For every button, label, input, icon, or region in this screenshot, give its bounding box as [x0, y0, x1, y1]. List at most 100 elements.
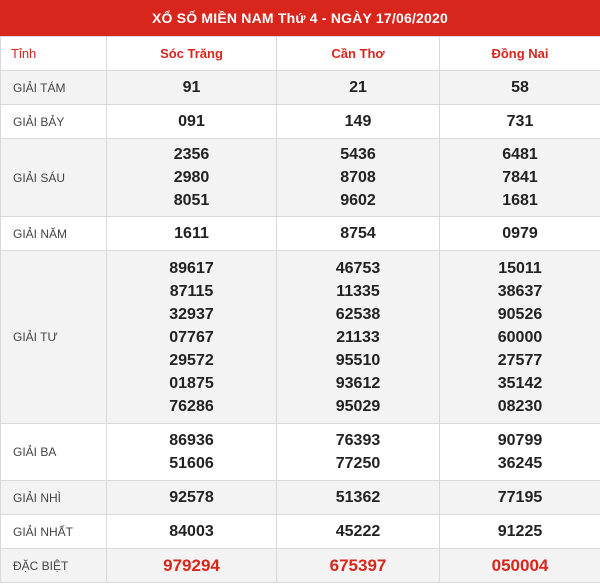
prize-number: 91: [182, 79, 201, 96]
prize-cell: 091: [106, 104, 277, 139]
province-column-label: Tỉnh: [0, 36, 107, 71]
prize-number: 89617: [169, 259, 214, 277]
prize-label: GIẢI TÁM: [0, 70, 107, 105]
prize-number: 2980: [173, 169, 210, 186]
prize-number: 91225: [497, 523, 543, 540]
province-header-soc-trang[interactable]: Sóc Trăng: [106, 36, 277, 71]
prize-number: 87115: [169, 282, 214, 300]
prize-cell: 5436 8708 9602: [276, 138, 440, 217]
prize-number: 1681: [502, 192, 538, 209]
prize-number: 1611: [174, 225, 209, 242]
prize-label: GIẢI NĂM: [0, 216, 107, 251]
prize-number: 38637: [497, 282, 543, 300]
prize-number: 92578: [169, 489, 214, 506]
prize-number: 08230: [497, 397, 543, 415]
prize-cell: 76393 77250: [276, 423, 440, 481]
prize-number: 51362: [335, 489, 381, 506]
prize-number: 84003: [169, 523, 214, 540]
prize-number: 36245: [497, 455, 543, 472]
prize-number: 93612: [335, 374, 381, 392]
prize-number: 731: [506, 113, 534, 130]
prize-number: 15011: [498, 259, 542, 277]
table-header-row: Tỉnh Sóc Trăng Cần Thơ Đồng Nai: [0, 36, 600, 71]
prize-number: 32937: [169, 305, 214, 323]
prize-number: 95029: [335, 397, 381, 415]
prize-number: 86936: [169, 432, 214, 449]
results-title-banner: XỔ SỐ MIỀN NAM Thứ 4 - NGÀY 17/06/2020: [0, 0, 600, 36]
prize-label: ĐẶC BIỆT: [0, 548, 107, 583]
prize-label: GIẢI TƯ: [0, 250, 107, 424]
prize-number: 9602: [340, 192, 376, 209]
prize-cell: 21: [276, 70, 440, 105]
prize-cell: 92578: [106, 480, 277, 515]
prize-cell: 90799 36245: [439, 423, 600, 481]
prize-number: 27577: [497, 351, 543, 369]
province-header-dong-nai: Đồng Nai: [439, 36, 600, 71]
prize-cell: 6481 7841 1681: [439, 138, 600, 217]
prize-number: 149: [344, 113, 372, 130]
prize-number: 0979: [502, 225, 538, 242]
prize-number: 8051: [173, 192, 210, 209]
prize-cell: 84003: [106, 514, 277, 549]
prize-row-giai-tam: GIẢI TÁM 91 21 58: [0, 70, 600, 105]
prize-number: 21133: [336, 328, 380, 346]
prize-label: GIẢI NHÌ: [0, 480, 107, 515]
special-prize-number: 050004: [491, 556, 549, 575]
prize-number: 21: [349, 79, 367, 96]
prize-cell: 58: [439, 70, 600, 105]
prize-row-dac-biet: ĐẶC BIỆT 979294 675397 050004: [0, 548, 600, 583]
prize-number: 7841: [502, 169, 538, 186]
prize-label: GIẢI SÁU: [0, 138, 107, 217]
prize-number: 77250: [335, 455, 381, 472]
prize-number: 46753: [335, 259, 381, 277]
prize-row-giai-nhat: GIẢI NHẤT 84003 45222 91225: [0, 514, 600, 549]
prize-cell: 731: [439, 104, 600, 139]
prize-number: 35142: [497, 374, 543, 392]
prize-label: GIẢI BA: [0, 423, 107, 481]
prize-cell: 0979: [439, 216, 600, 251]
prize-number: 07767: [169, 328, 214, 346]
prize-label: GIẢI NHẤT: [0, 514, 107, 549]
prize-number: 45222: [335, 523, 381, 540]
prize-row-giai-bay: GIẢI BẢY 091 149 731: [0, 104, 600, 139]
prize-cell: 77195: [439, 480, 600, 515]
results-title: XỔ SỐ MIỀN NAM Thứ 4 - NGÀY 17/06/2020: [151, 10, 448, 26]
prize-number: 51606: [169, 455, 214, 472]
prize-number: 29572: [169, 351, 214, 369]
prize-number: 77195: [497, 489, 543, 506]
prize-number: 60000: [497, 328, 543, 346]
prize-number: 2356: [173, 146, 210, 163]
prize-number: 90526: [497, 305, 543, 323]
prize-number: 091: [178, 113, 205, 130]
prize-cell: 2356 2980 8051: [106, 138, 277, 217]
prize-row-giai-nam: GIẢI NĂM 1611 8754 0979: [0, 216, 600, 251]
prize-number: 5436: [340, 146, 376, 163]
prize-number: 62538: [335, 305, 381, 323]
prize-number: 6481: [502, 146, 538, 163]
prize-number: 01875: [169, 374, 214, 392]
province-header-can-tho[interactable]: Cần Thơ: [276, 36, 440, 71]
prize-cell: 45222: [276, 514, 440, 549]
prize-cell: 15011 38637 90526 60000 27577 35142 0823…: [439, 250, 600, 424]
prize-cell: 91: [106, 70, 277, 105]
prize-row-giai-sau: GIẢI SÁU 2356 2980 8051 5436 8708 9602 6…: [0, 138, 600, 217]
prize-number: 90799: [497, 432, 543, 449]
prize-number: 76393: [335, 432, 381, 449]
prize-row-giai-ba: GIẢI BA 86936 51606 76393 77250 90799 36…: [0, 423, 600, 481]
prize-row-giai-nhi: GIẢI NHÌ 92578 51362 77195: [0, 480, 600, 515]
prize-cell: 149: [276, 104, 440, 139]
prize-number: 8754: [340, 225, 376, 242]
special-prize-cell: 979294: [106, 548, 277, 583]
prize-number: 8708: [340, 169, 376, 186]
special-prize-cell: 050004: [439, 548, 600, 583]
prize-number: 11335: [336, 282, 380, 300]
prize-cell: 89617 87115 32937 07767 29572 01875 7628…: [106, 250, 277, 424]
prize-cell: 1611: [106, 216, 277, 251]
prize-number: 58: [511, 79, 529, 96]
prize-cell: 46753 11335 62538 21133 95510 93612 9502…: [276, 250, 440, 424]
prize-cell: 8754: [276, 216, 440, 251]
lottery-results-table: Tỉnh Sóc Trăng Cần Thơ Đồng Nai GIẢI TÁM…: [0, 36, 600, 583]
prize-number: 76286: [169, 397, 214, 415]
prize-number: 95510: [335, 351, 381, 369]
special-prize-number: 979294: [163, 556, 220, 575]
